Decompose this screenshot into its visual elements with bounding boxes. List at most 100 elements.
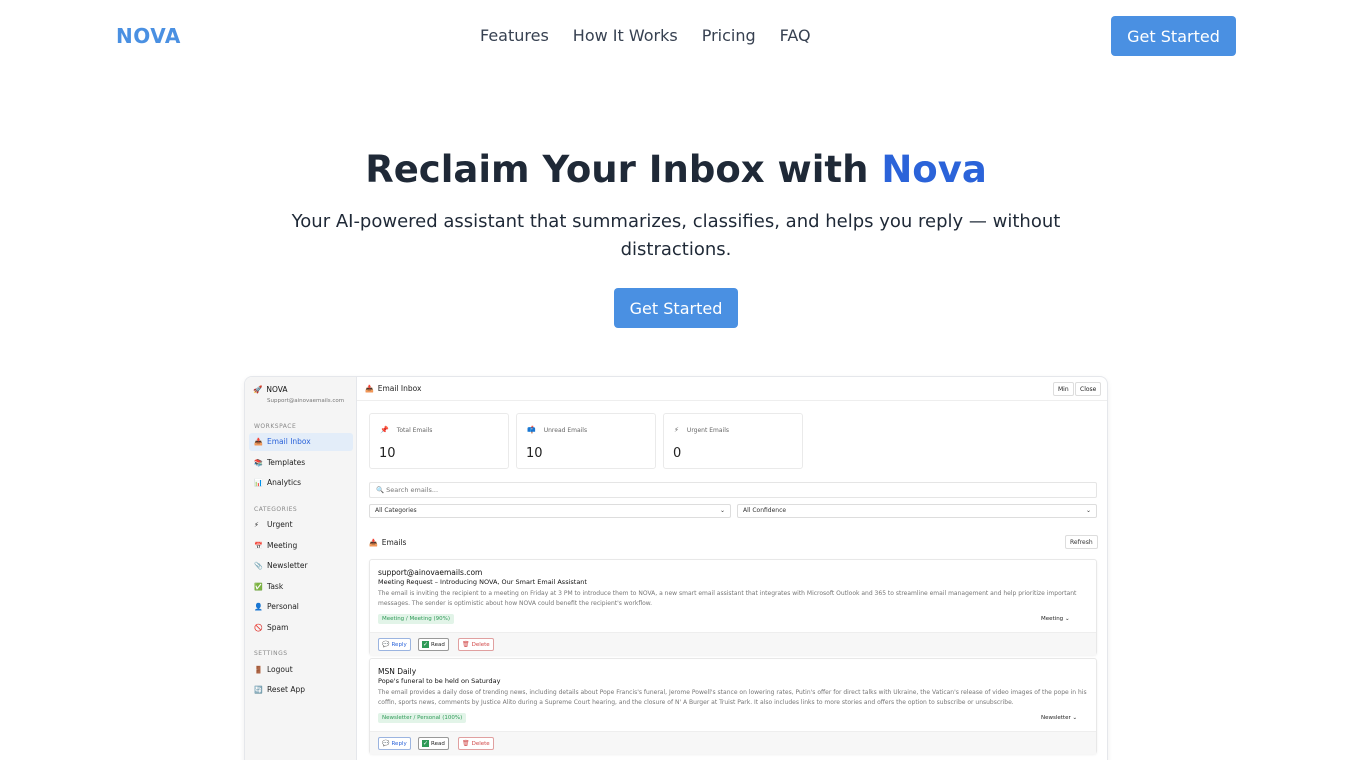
check-icon: ✓ (422, 641, 430, 648)
sidebar-item-meeting[interactable]: 📅 Meeting (249, 537, 353, 555)
trash-icon: 🗑 (462, 641, 470, 648)
stat-card-total: 📌 Total Emails 10 (369, 413, 509, 469)
email-subject: Pope's funeral to be held on Saturday (378, 677, 501, 685)
nav-link-faq[interactable]: FAQ (780, 26, 811, 45)
newspaper-icon: 📎 (254, 562, 263, 570)
sidebar-item-label: Analytics (267, 478, 302, 487)
sidebar-item-email-inbox[interactable]: 📥 Email Inbox (249, 433, 353, 451)
reply-button[interactable]: 💬 Reply (378, 638, 411, 651)
stat-label: 📫 Unread Emails (527, 426, 587, 434)
minimize-button[interactable]: Min (1053, 382, 1074, 396)
sidebar-item-urgent[interactable]: ⚡ Urgent (249, 516, 353, 534)
no-entry-icon: 🚫 (254, 624, 263, 632)
inbox-tray-icon: 📥 (369, 539, 378, 547)
email-summary: The email is inviting the recipient to a… (378, 590, 1077, 607)
hero-title-main: Reclaim Your Inbox with (365, 148, 882, 191)
category-filter-select[interactable]: All Categories ⌄ (369, 504, 731, 518)
email-actions: 💬 Reply ✓ Read 🗑 Delete (370, 632, 1096, 655)
chevron-down-icon: ⌄ (1072, 715, 1078, 721)
refresh-button[interactable]: Refresh (1065, 535, 1098, 549)
category-filter-value: All Categories (375, 507, 417, 514)
sidebar-item-label: Personal (267, 602, 299, 611)
confidence-filter-value: All Confidence (743, 507, 787, 514)
sidebar-item-label: Spam (267, 623, 289, 632)
trash-icon: 🗑 (462, 740, 470, 747)
sidebar-item-spam[interactable]: 🚫 Spam (249, 619, 353, 637)
confidence-filter-select[interactable]: All Confidence ⌄ (737, 504, 1097, 518)
classification-badge: Meeting / Meeting (90%) (378, 614, 454, 624)
nav-link-features[interactable]: Features (480, 26, 549, 45)
sidebar-item-reset-app[interactable]: 🔄 Reset App (249, 681, 353, 699)
books-icon: 📚 (254, 459, 263, 467)
email-summary: The email provides a daily dose of trend… (378, 689, 1087, 706)
chevron-down-icon: ⌄ (1085, 507, 1091, 514)
hero-subtitle: Your AI-powered assistant that summarize… (291, 211, 1061, 260)
rocket-icon: 🚀 (253, 385, 263, 394)
hero-title-accent: Nova (881, 148, 987, 191)
sidebar-account-email: Support@ainovaemails.com (267, 398, 345, 404)
sidebar: 🚀 NOVA Support@ainovaemails.com WORKSPACE… (245, 377, 357, 760)
top-nav: NOVA Features How It Works Pricing FAQ G… (0, 0, 1352, 72)
nav-link-how-it-works[interactable]: How It Works (573, 26, 678, 45)
mailbox-icon: 📫 (527, 426, 536, 434)
app-preview: 🚀 NOVA Support@ainovaemails.com WORKSPACE… (244, 376, 1108, 760)
person-icon: 👤 (254, 603, 263, 611)
stat-label-text: Urgent Emails (686, 427, 730, 434)
sidebar-item-label: Reset App (267, 685, 305, 694)
mark-read-button[interactable]: ✓ Read (418, 737, 449, 750)
read-label: Read (431, 642, 445, 648)
nav-link-pricing[interactable]: Pricing (702, 26, 756, 45)
category-select-value: Newsletter (1041, 715, 1071, 721)
refresh-icon: 🔄 (254, 686, 263, 694)
sidebar-item-label: Email Inbox (267, 437, 311, 446)
sidebar-item-label: Meeting (267, 541, 298, 550)
emails-heading-label: Emails (381, 538, 407, 547)
stat-label: ⚡ Urgent Emails (674, 426, 729, 434)
sidebar-section-workspace: WORKSPACE (254, 423, 297, 430)
inbox-icon: 📥 (365, 385, 374, 393)
logo[interactable]: NOVA (116, 24, 181, 48)
sidebar-item-templates[interactable]: 📚 Templates (249, 454, 353, 472)
email-card[interactable]: support@ainovaemails.com Meeting Request… (369, 559, 1097, 655)
sidebar-section-categories: CATEGORIES (254, 506, 298, 513)
chevron-down-icon: ⌄ (719, 507, 725, 514)
calendar-icon: 📅 (254, 542, 263, 550)
sidebar-item-label: Logout (267, 665, 293, 674)
stat-card-unread: 📫 Unread Emails 10 (516, 413, 656, 469)
category-select[interactable]: Meeting ⌄ (1038, 614, 1073, 625)
sidebar-brand: 🚀 NOVA (253, 385, 288, 394)
category-select-value: Meeting (1041, 616, 1064, 622)
stat-label: 📌 Total Emails (380, 426, 432, 434)
topbar-title: 📥 Email Inbox (365, 384, 421, 393)
hero-get-started-button[interactable]: Get Started (614, 288, 738, 328)
reply-label: Reply (391, 741, 407, 747)
reply-button[interactable]: 💬 Reply (378, 737, 411, 750)
search-input[interactable]: 🔍 Search emails... (369, 482, 1097, 498)
nav-links: Features How It Works Pricing FAQ (480, 26, 811, 45)
sidebar-item-logout[interactable]: 🚪 Logout (249, 661, 353, 679)
sidebar-brand-label: NOVA (266, 385, 288, 394)
sidebar-item-newsletter[interactable]: 📎 Newsletter (249, 557, 353, 575)
close-button[interactable]: Close (1075, 382, 1102, 396)
delete-button[interactable]: 🗑 Delete (458, 638, 494, 651)
nav-get-started-button[interactable]: Get Started (1111, 16, 1236, 56)
reply-label: Reply (391, 642, 407, 648)
main-panel: 📥 Email Inbox Min Close 📌 Total Emails 10 … (357, 377, 1107, 760)
topbar-title-label: Email Inbox (377, 384, 422, 393)
read-label: Read (431, 741, 445, 747)
sidebar-item-personal[interactable]: 👤 Personal (249, 598, 353, 616)
email-sender: MSN Daily (378, 667, 417, 676)
classification-badge: Newsletter / Personal (100%) (378, 713, 467, 723)
delete-button[interactable]: 🗑 Delete (458, 737, 494, 750)
delete-label: Delete (471, 741, 490, 747)
delete-label: Delete (471, 642, 490, 648)
category-select[interactable]: Newsletter ⌄ (1038, 713, 1080, 724)
door-icon: 🚪 (254, 666, 263, 674)
stat-value: 10 (379, 446, 396, 461)
email-card[interactable]: MSN Daily Pope's funeral to be held on S… (369, 658, 1097, 754)
mark-read-button[interactable]: ✓ Read (418, 638, 449, 651)
checkmark-icon: ✅ (254, 583, 263, 591)
check-icon: ✓ (422, 740, 430, 747)
sidebar-item-task[interactable]: ✅ Task (249, 578, 353, 596)
sidebar-item-analytics[interactable]: 📊 Analytics (249, 474, 353, 492)
